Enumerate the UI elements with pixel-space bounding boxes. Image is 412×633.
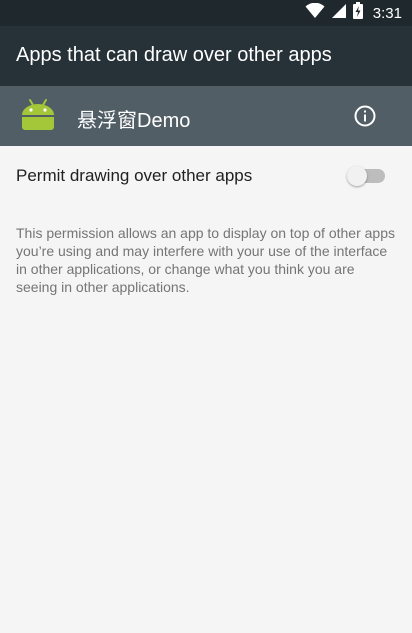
toolbar: Apps that can draw over other apps: [0, 26, 412, 86]
wifi-icon: [305, 2, 325, 24]
status-icons: 3:31: [305, 2, 402, 24]
battery-charging-icon: [352, 2, 363, 24]
toggle-thumb: [347, 166, 367, 186]
android-icon: [19, 97, 57, 135]
permission-description: This permission allows an app to display…: [16, 225, 395, 295]
permit-drawing-row[interactable]: Permit drawing over other apps: [0, 146, 412, 204]
app-name: 悬浮窗Demo: [77, 110, 191, 132]
status-time: 3:31: [372, 4, 402, 22]
signal-icon: [331, 3, 347, 24]
permit-drawing-toggle[interactable]: [347, 166, 385, 186]
status-bar: 3:31: [0, 0, 412, 26]
permit-drawing-label: Permit drawing over other apps: [16, 166, 253, 185]
info-icon[interactable]: [350, 101, 380, 131]
app-header: 悬浮窗Demo: [0, 86, 412, 146]
page-title: Apps that can draw over other apps: [16, 44, 332, 66]
